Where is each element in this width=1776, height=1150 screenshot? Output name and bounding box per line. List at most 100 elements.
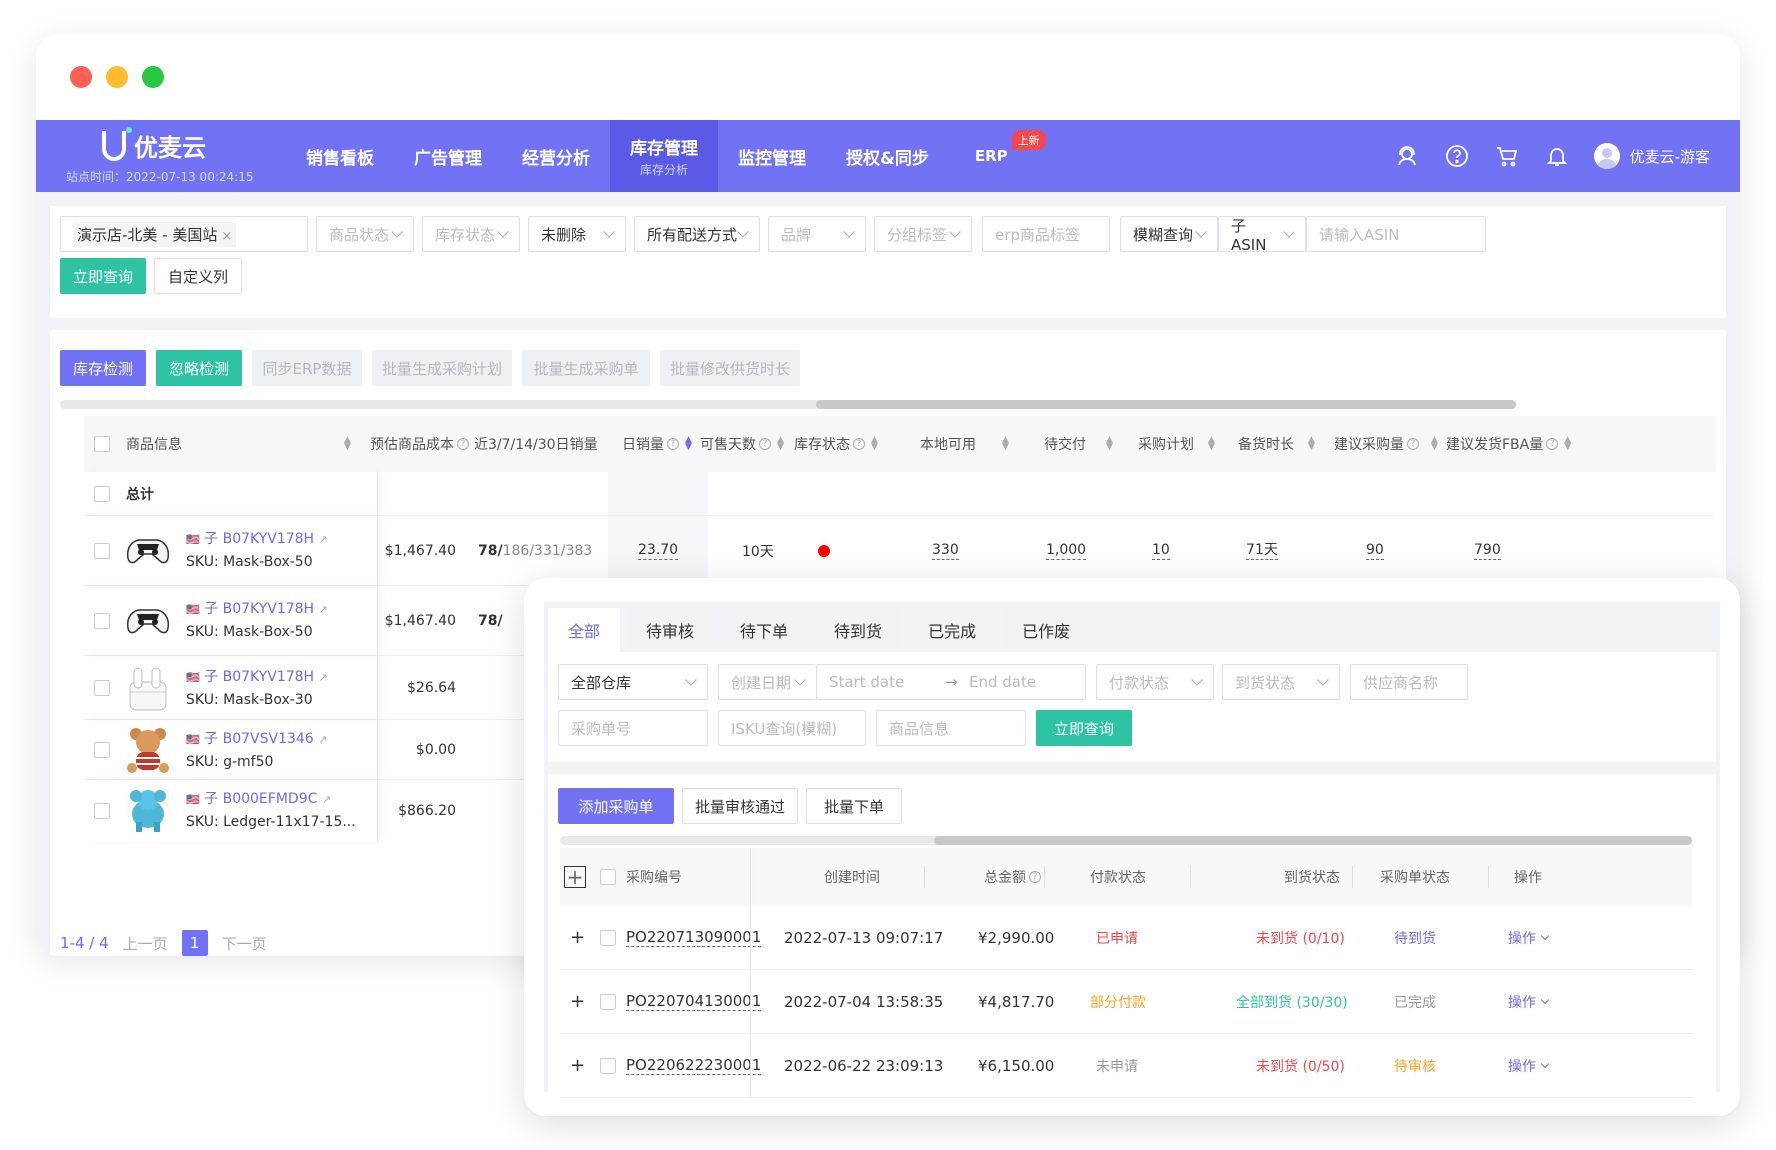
external-link-icon[interactable]: ↗ <box>322 793 331 806</box>
sync-erp-button[interactable]: 同步ERP数据 <box>252 350 362 386</box>
pending-value[interactable]: 1,000 <box>1046 541 1087 560</box>
batch-po-button[interactable]: 批量生成采购单 <box>522 350 650 386</box>
po-number[interactable]: PO220704130001 <box>626 992 762 1011</box>
next-page[interactable]: 下一页 <box>222 933 267 954</box>
group-tag-select[interactable]: 分组标签 <box>874 216 972 252</box>
external-link-icon[interactable]: ↗ <box>318 733 327 746</box>
shop-select[interactable]: 演示店-北美 - 美国站 × <box>60 216 308 252</box>
ignore-check-button[interactable]: 忽略检测 <box>156 350 242 386</box>
product-image[interactable] <box>122 524 174 576</box>
header-fba[interactable]: 建议发货FBA量? ▲ ▼ <box>1446 416 1572 472</box>
header-product[interactable]: 商品信息 ▲ ▼ <box>126 416 352 472</box>
tab-voided[interactable]: 已作废 <box>1002 608 1091 652</box>
row-checkbox[interactable] <box>600 906 616 969</box>
suggest-value[interactable]: 90 <box>1366 541 1384 560</box>
asin-link[interactable]: 子 B000EFMD9C <box>204 791 317 807</box>
asin-type-select[interactable]: 子 ASIN <box>1218 216 1306 254</box>
user-menu[interactable]: 优麦云-游客 <box>1593 143 1710 169</box>
add-po-button[interactable]: 添加采购单 <box>558 788 674 824</box>
query-button[interactable]: 立即查询 <box>60 258 146 294</box>
header-suggest[interactable]: 建议采购量? ▲ ▼ <box>1334 416 1439 472</box>
row-checkbox[interactable] <box>94 586 110 655</box>
select-all-checkbox[interactable] <box>94 416 110 472</box>
asin-link[interactable]: 子 B07KYV178H <box>204 669 314 685</box>
expand-row-icon[interactable]: + <box>570 906 585 969</box>
asin-link[interactable]: 子 B07VSV1346 <box>204 731 314 747</box>
date-type-select[interactable]: 创建日期 <box>718 664 816 700</box>
row-checkbox[interactable] <box>94 780 110 842</box>
row-checkbox[interactable] <box>94 656 110 719</box>
header-pending[interactable]: 待交付 ▲ ▼ <box>1044 416 1114 472</box>
product-image[interactable] <box>122 594 174 646</box>
stock-status-select[interactable]: 库存状态 <box>422 216 520 252</box>
operation-dropdown[interactable]: 操作 <box>1508 1034 1550 1097</box>
header-plan[interactable]: 采购计划 ▲ ▼ <box>1138 416 1216 472</box>
header-lead[interactable]: 备货时长 ▲ ▼ <box>1238 416 1316 472</box>
tab-pending-arrival[interactable]: 待到货 <box>814 608 903 652</box>
select-all-checkbox[interactable] <box>600 848 616 906</box>
row-checkbox[interactable] <box>94 720 110 779</box>
local-value[interactable]: 330 <box>932 541 959 560</box>
help-icon[interactable] <box>1444 143 1470 169</box>
po-query-button[interactable]: 立即查询 <box>1036 710 1132 746</box>
asin-link[interactable]: 子 B07KYV178H <box>204 601 314 617</box>
brand-select[interactable]: 品牌 <box>768 216 866 252</box>
support-icon[interactable] <box>1394 143 1420 169</box>
batch-order-button[interactable]: 批量下单 <box>806 788 902 824</box>
tag-close-icon[interactable]: × <box>221 229 232 244</box>
tab-pending-review[interactable]: 待审核 <box>626 608 715 652</box>
row-checkbox[interactable] <box>600 1034 616 1097</box>
warehouse-select[interactable]: 全部仓库 <box>558 664 708 700</box>
row-checkbox[interactable] <box>94 516 110 585</box>
external-link-icon[interactable]: ↗ <box>319 533 328 546</box>
menu-inventory[interactable]: 库存管理 库存分析 <box>610 120 718 192</box>
expand-row-icon[interactable]: + <box>570 1034 585 1097</box>
h-scrollbar[interactable] <box>816 400 1516 409</box>
supplier-input[interactable]: 供应商名称 <box>1350 664 1468 700</box>
operation-dropdown[interactable]: 操作 <box>1508 970 1550 1033</box>
fuzzy-select[interactable]: 模糊查询 <box>1120 216 1218 252</box>
batch-leadtime-button[interactable]: 批量修改供货时长 <box>660 350 800 386</box>
po-number[interactable]: PO220713090001 <box>626 928 762 947</box>
external-link-icon[interactable]: ↗ <box>319 603 328 616</box>
menu-erp[interactable]: ERP 上新 <box>949 120 1046 192</box>
delivery-select[interactable]: 所有配送方式 <box>634 216 760 252</box>
header-local[interactable]: 本地可用 ▲ ▼ <box>920 416 1010 472</box>
tab-pending-order[interactable]: 待下单 <box>720 608 809 652</box>
prev-page[interactable]: 上一页 <box>123 933 168 954</box>
external-link-icon[interactable]: ↗ <box>319 671 328 684</box>
tab-completed[interactable]: 已完成 <box>908 608 997 652</box>
bell-icon[interactable] <box>1544 143 1570 169</box>
batch-approve-button[interactable]: 批量审核通过 <box>682 788 798 824</box>
product-info-input[interactable]: 商品信息 <box>876 710 1026 746</box>
header-status[interactable]: 库存状态? ▲ ▼ <box>794 416 879 472</box>
daily-sales-value[interactable]: 23.70 <box>638 541 679 560</box>
close-dot[interactable] <box>70 66 92 88</box>
current-page[interactable]: 1 <box>181 930 208 956</box>
erp-tag-select[interactable]: erp商品标签 <box>982 216 1110 252</box>
lead-value[interactable]: 71天 <box>1246 541 1278 560</box>
start-date[interactable]: Start date <box>829 673 945 691</box>
product-image[interactable] <box>122 662 174 714</box>
custom-columns-button[interactable]: 自定义列 <box>154 258 242 294</box>
header-daily[interactable]: 日销量? ▲ ▼ <box>622 416 693 472</box>
menu-analysis[interactable]: 经营分析 <box>502 120 610 192</box>
po-number[interactable]: PO220622230001 <box>626 1056 762 1075</box>
po-number-input[interactable]: 采购单号 <box>558 710 708 746</box>
product-image[interactable] <box>122 784 174 836</box>
header-days[interactable]: 可售天数? ▲ ▼ <box>700 416 785 472</box>
minimize-dot[interactable] <box>106 66 128 88</box>
logo[interactable]: 优麦云 <box>102 126 206 163</box>
menu-ads[interactable]: 广告管理 <box>394 120 502 192</box>
asin-link[interactable]: 子 B07KYV178H <box>204 531 314 547</box>
operation-dropdown[interactable]: 操作 <box>1508 906 1550 969</box>
fba-value[interactable]: 790 <box>1474 541 1501 560</box>
deleted-select[interactable]: 未删除 <box>528 216 626 252</box>
product-image[interactable] <box>122 724 174 776</box>
stock-check-button[interactable]: 库存检测 <box>60 350 146 386</box>
isku-input[interactable]: ISKU查询(模糊) <box>718 710 866 746</box>
end-date[interactable]: End date <box>969 673 1036 691</box>
maximize-dot[interactable] <box>142 66 164 88</box>
plan-value[interactable]: 10 <box>1152 541 1170 560</box>
total-checkbox[interactable] <box>94 472 110 515</box>
